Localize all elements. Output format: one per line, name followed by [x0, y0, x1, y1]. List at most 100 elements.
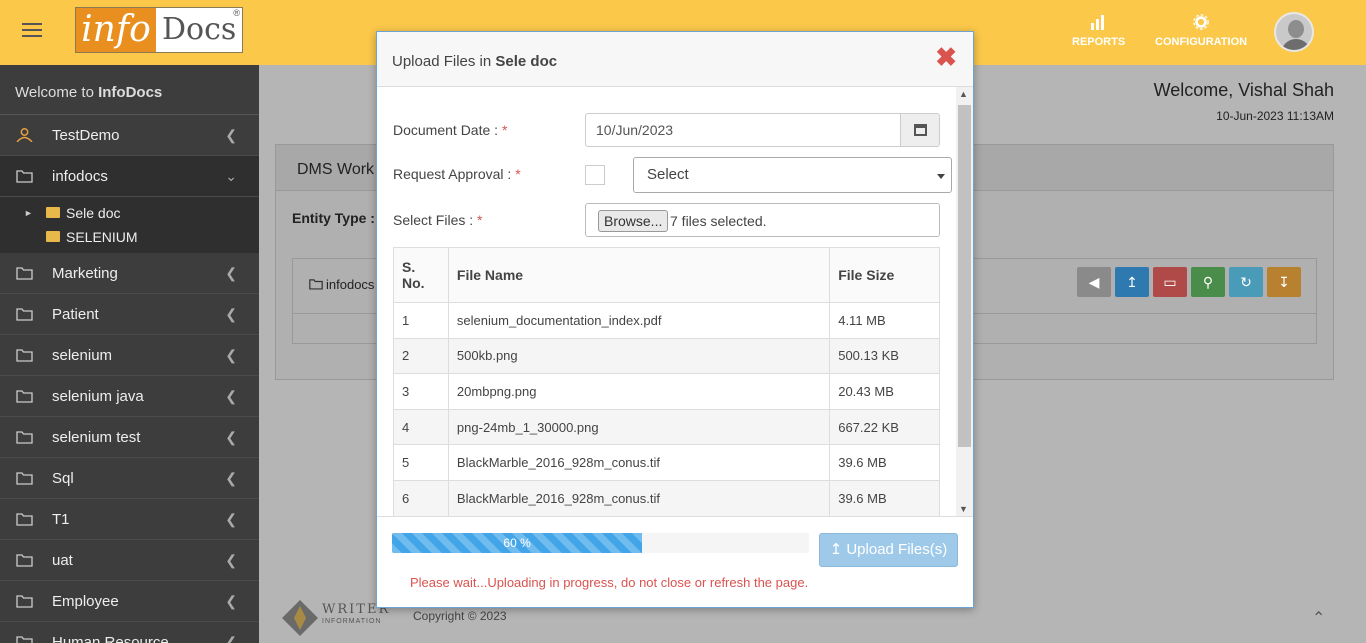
chevron-left-icon: ❮: [225, 265, 237, 281]
modal-body[interactable]: Document Date : * 10/Jun/2023 Request Ap…: [377, 87, 973, 516]
upload-progress: 60 %: [392, 533, 809, 553]
search-icon: ⚲: [1202, 274, 1214, 290]
sidebar-item-employee[interactable]: Employee ❮: [0, 581, 259, 622]
row-file-name: BlackMarble_2016_928m_conus.tif: [447, 444, 831, 481]
writer-logo-mark-icon: [282, 600, 318, 636]
row-sno: 3: [393, 373, 449, 410]
hamburger-menu-icon[interactable]: [22, 23, 42, 39]
sidebar-item-t1[interactable]: T1 ❮: [0, 499, 259, 540]
files-selected-text: 7 files selected.: [670, 213, 767, 229]
delete-button[interactable]: ▭: [1153, 267, 1187, 297]
nav-configuration[interactable]: CONFIGURATION: [1155, 14, 1247, 48]
upload-icon: ↥: [1126, 274, 1138, 290]
approver-select[interactable]: Select: [633, 157, 952, 193]
chevron-left-icon: ❮: [225, 511, 237, 527]
sidebar-subitem-sele-doc[interactable]: ► Sele doc: [0, 201, 259, 225]
sidebar-item-marketing[interactable]: Marketing ❮: [0, 253, 259, 294]
table-row: 3 20mbpng.png 20.43 MB: [393, 373, 940, 410]
document-date-label: Document Date : *: [393, 122, 508, 138]
scroll-to-top-icon[interactable]: ⌃: [1312, 608, 1325, 628]
row-sno: 2: [393, 337, 449, 375]
download-button[interactable]: ↧: [1267, 267, 1301, 297]
row-file-name: 500kb.png: [447, 337, 831, 375]
sidebar-item-label: uat: [52, 552, 73, 569]
sidebar-item-label: Human Resource: [52, 634, 169, 643]
file-chooser[interactable]: Browse... 7 files selected.: [585, 203, 940, 237]
column-header-sno: S. No.: [393, 247, 449, 303]
request-approval-label: Request Approval : *: [393, 166, 521, 182]
sidebar-item-label: selenium: [52, 347, 113, 364]
folder-icon: [16, 431, 33, 444]
sidebar-subitem-selenium[interactable]: SELENIUM: [0, 225, 259, 249]
request-approval-checkbox[interactable]: [585, 165, 605, 185]
logo-docs-text: Docs: [162, 12, 237, 47]
chevron-left-icon: ❮: [225, 634, 237, 643]
upload-files-button[interactable]: ↥ Upload Files(s): [819, 533, 958, 567]
writer-logo-subtext: INFORMATION: [322, 618, 382, 625]
row-sno: 4: [393, 408, 449, 446]
sidebar-item-patient[interactable]: Patient ❮: [0, 294, 259, 335]
nav-reports-label: REPORTS: [1072, 36, 1126, 48]
sidebar-item-selenium-test[interactable]: selenium test ❮: [0, 417, 259, 458]
user-login-time: 10-Jun-2023 11:13AM: [1216, 109, 1334, 123]
user-avatar[interactable]: [1274, 12, 1314, 52]
back-button[interactable]: ◀: [1077, 267, 1111, 297]
sidebar-item-label: TestDemo: [52, 127, 120, 144]
sidebar-item-sql[interactable]: Sql ❮: [0, 458, 259, 499]
refresh-icon: ↻: [1240, 274, 1252, 290]
upload-icon: ↥: [829, 541, 843, 558]
sidebar-welcome: Welcome to InfoDocs: [0, 65, 259, 115]
refresh-button[interactable]: ↻: [1229, 267, 1263, 297]
folder-icon: [16, 472, 33, 485]
chevron-left-icon: ❮: [225, 429, 237, 445]
search-button[interactable]: ⚲: [1191, 267, 1225, 297]
chevron-left-icon: ❮: [225, 127, 237, 143]
row-file-size: 4.11 MB: [829, 302, 940, 339]
infodocs-logo[interactable]: info Docs ®: [75, 7, 243, 53]
bar-chart-icon: [1090, 15, 1104, 30]
chevron-left-icon: ❮: [225, 470, 237, 486]
scroll-up-icon[interactable]: ▲: [959, 89, 968, 99]
close-icon[interactable]: ✖: [935, 44, 957, 70]
sidebar-item-testdemo[interactable]: TestDemo ❮: [0, 115, 259, 156]
caret-right-icon[interactable]: ►: [24, 201, 33, 225]
logo-registered-mark: ®: [233, 8, 240, 18]
table-row: 1 selenium_documentation_index.pdf 4.11 …: [393, 302, 940, 339]
scrollbar-thumb[interactable]: [958, 105, 971, 447]
row-file-size: 39.6 MB: [829, 444, 940, 481]
upload-files-button-label: Upload Files(s): [846, 541, 948, 558]
sidebar-item-label: T1: [52, 511, 70, 528]
breadcrumb[interactable]: infodocs: [309, 277, 374, 292]
nav-reports[interactable]: REPORTS: [1072, 14, 1125, 48]
browse-button[interactable]: Browse...: [598, 210, 669, 232]
footer-copyright: Copyright © 2023: [413, 609, 507, 623]
upload-button[interactable]: ↥: [1115, 267, 1149, 297]
download-icon: ↧: [1278, 274, 1290, 290]
table-row: 6 BlackMarble_2016_928m_conus.tif 39.6 M…: [393, 479, 940, 516]
chevron-left-icon: ❮: [225, 306, 237, 322]
user-icon: [16, 128, 33, 142]
sidebar-item-selenium[interactable]: selenium ❮: [0, 335, 259, 376]
sidebar-item-human-resource[interactable]: Human Resource ❮: [0, 622, 259, 643]
folder-icon: [16, 308, 33, 321]
calendar-icon: [914, 124, 927, 136]
gear-icon: [1193, 14, 1209, 30]
scroll-down-icon[interactable]: ▼: [959, 504, 968, 514]
sidebar-item-selenium-java[interactable]: selenium java ❮: [0, 376, 259, 417]
document-date-input[interactable]: 10/Jun/2023: [585, 113, 901, 147]
user-welcome: Welcome, Vishal Shah 10-Jun-2023 11:13AM: [1154, 80, 1334, 123]
folder-icon: [16, 595, 33, 608]
folder-icon: [16, 513, 33, 526]
calendar-button[interactable]: [900, 113, 940, 147]
sidebar-item-uat[interactable]: uat ❮: [0, 540, 259, 581]
folder-icon: [16, 636, 33, 643]
table-row: 4 png-24mb_1_30000.png 667.22 KB: [393, 408, 940, 446]
selected-files-table: S. No. File Name File Size 1 selenium_do…: [393, 247, 940, 516]
folder-icon: [16, 170, 33, 183]
folder-icon: [46, 231, 60, 242]
modal-scrollbar[interactable]: ▲ ▼: [956, 87, 973, 516]
user-welcome-name: Welcome, Vishal Shah: [1153, 80, 1334, 100]
row-file-size: 667.22 KB: [829, 408, 940, 446]
sidebar-item-infodocs[interactable]: infodocs ⌄: [0, 156, 259, 197]
sidebar-item-label: Marketing: [52, 265, 118, 282]
